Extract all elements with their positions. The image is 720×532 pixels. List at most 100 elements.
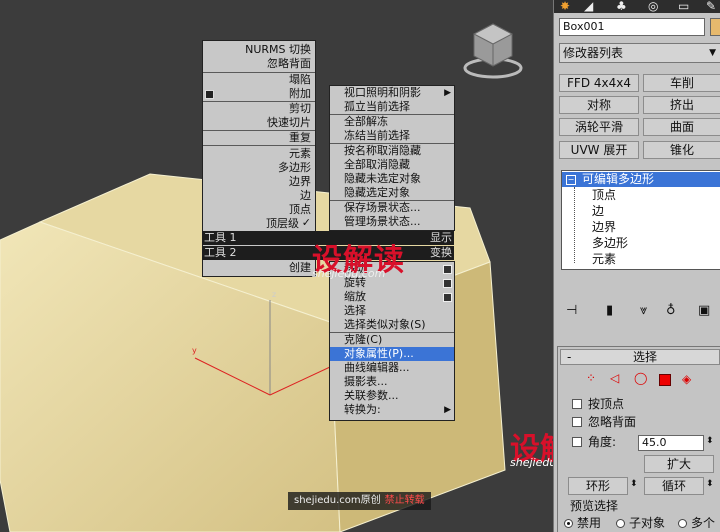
- modifier-taper-button[interactable]: 锥化: [643, 141, 720, 159]
- viewcube-icon[interactable]: [460, 16, 526, 82]
- edge-mode-icon[interactable]: ◁: [610, 371, 619, 385]
- spinner-arrows-icon[interactable]: ⬍: [706, 436, 714, 446]
- scale-options-icon[interactable]: [443, 293, 452, 302]
- menu-item-ignore-backfacing[interactable]: 忽略背面: [267, 57, 311, 71]
- object-color-swatch[interactable]: [710, 18, 720, 36]
- menu-item-collapse[interactable]: 塌陷: [289, 73, 311, 87]
- menu-item-top-level[interactable]: 顶层级: [266, 217, 299, 231]
- menu-item-manage-scene-states[interactable]: 管理场景状态...: [330, 215, 454, 229]
- stack-item-edge[interactable]: 边: [592, 204, 604, 219]
- menu-item-label: 视口照明和阴影: [344, 86, 421, 99]
- tools2-label: 工具 2: [204, 246, 237, 259]
- show-end-result-icon[interactable]: ▮: [606, 303, 613, 318]
- ring-spinner-icon[interactable]: ⬍: [630, 479, 638, 489]
- menu-item-scale[interactable]: 缩放: [330, 290, 454, 304]
- menu-item-edge[interactable]: 边: [300, 189, 311, 203]
- menu-item-hide-unselected[interactable]: 隐藏未选定对象: [330, 172, 454, 186]
- menu-item-clone[interactable]: 克隆(C): [330, 333, 454, 347]
- modifier-symmetry-button[interactable]: 对称: [559, 96, 639, 114]
- remove-modifier-icon[interactable]: ♁: [666, 303, 676, 318]
- angle-spinner[interactable]: 45.0: [638, 435, 704, 451]
- rollout-collapse-icon: -: [567, 350, 572, 364]
- preview-multi-radio[interactable]: [678, 519, 687, 528]
- pin-stack-icon[interactable]: ⊣: [566, 303, 577, 318]
- by-angle-checkbox[interactable]: [572, 437, 582, 447]
- menu-item-select-similar[interactable]: 选择类似对象(S): [330, 318, 454, 332]
- menu-item-unhide-by-name[interactable]: 按名称取消隐藏: [330, 144, 454, 158]
- transform-label: 变换: [430, 246, 452, 259]
- move-options-icon[interactable]: [443, 265, 452, 274]
- stack-item-element[interactable]: 元素: [592, 252, 616, 267]
- preview-selection-label: 预览选择: [570, 499, 619, 513]
- polygon-mode-icon[interactable]: [659, 374, 671, 386]
- menu-item-cut[interactable]: 剪切: [289, 102, 311, 116]
- make-unique-icon[interactable]: ⩔: [640, 303, 647, 318]
- modify-tab-icon[interactable]: ◢: [584, 0, 593, 13]
- preview-disabled-label: 禁用: [577, 516, 602, 530]
- menu-item-vertex[interactable]: 顶点: [289, 203, 311, 217]
- hierarchy-tab-icon[interactable]: ♣: [616, 0, 627, 13]
- menu-item-viewport-lighting[interactable]: 视口照明和阴影 ▶: [330, 86, 454, 100]
- menu-item-repeat[interactable]: 重复: [289, 131, 311, 145]
- selection-rollout: - 选择 ⁘ ◁ ◯ ◈ 按顶点 忽略背面 角度: 45.0 ⬍ 扩大 环形 ⬍…: [557, 346, 720, 532]
- menu-item-curve-editor[interactable]: 曲线编辑器...: [330, 361, 454, 375]
- create-tab-icon[interactable]: ✸: [560, 0, 570, 13]
- modifier-uvw-unwrap-button[interactable]: UVW 展开: [559, 141, 639, 159]
- loop-spinner-icon[interactable]: ⬍: [706, 479, 714, 489]
- menu-item-attach[interactable]: 附加: [289, 87, 311, 101]
- menu-item-isolate-selection[interactable]: 孤立当前选择: [330, 100, 454, 114]
- grow-button[interactable]: 扩大: [644, 455, 714, 473]
- preview-subobject-radio[interactable]: [616, 519, 625, 528]
- menu-item-unfreeze-all[interactable]: 全部解冻: [330, 115, 454, 129]
- element-mode-icon[interactable]: ◈: [682, 372, 691, 386]
- modifier-ffd-button[interactable]: FFD 4x4x4: [559, 74, 639, 92]
- configure-sets-icon[interactable]: ▣: [698, 303, 710, 318]
- stack-item-polygon[interactable]: 多边形: [592, 236, 628, 251]
- modifier-lathe-button[interactable]: 车削: [643, 74, 720, 92]
- modifier-list-dropdown[interactable]: 修改器列表 ▼: [559, 43, 720, 63]
- collapse-icon[interactable]: −: [566, 175, 576, 185]
- display-tab-icon[interactable]: ▭: [678, 0, 689, 13]
- ignore-backfacing-label: 忽略背面: [588, 415, 637, 429]
- border-mode-icon[interactable]: ◯: [634, 371, 647, 385]
- menu-item-freeze-selection[interactable]: 冻结当前选择: [330, 129, 454, 143]
- attach-options-icon[interactable]: [205, 90, 214, 99]
- by-vertex-checkbox[interactable]: [572, 399, 582, 409]
- motion-tab-icon[interactable]: ◎: [648, 0, 658, 13]
- rotate-options-icon[interactable]: [443, 279, 452, 288]
- menu-item-save-scene-state[interactable]: 保存场景状态...: [330, 201, 454, 215]
- modifier-turbosmooth-button[interactable]: 涡轮平滑: [559, 118, 639, 136]
- menu-separator: [203, 145, 315, 146]
- menu-item-wire-parameters[interactable]: 关联参数...: [330, 389, 454, 403]
- modifier-surface-button[interactable]: 曲面: [643, 118, 720, 136]
- menu-item-unhide-all[interactable]: 全部取消隐藏: [330, 158, 454, 172]
- menu-item-convert-to[interactable]: 转换为: ▶: [330, 403, 454, 417]
- stack-item-editable-poly[interactable]: − 可编辑多边形: [562, 172, 720, 187]
- menu-item-object-properties[interactable]: 对象属性(P)...: [330, 347, 454, 361]
- vertex-mode-icon[interactable]: ⁘: [586, 371, 596, 385]
- watermark-logo: 设解读 shejiedu.com: [312, 235, 405, 280]
- menu-item-select[interactable]: 选择: [330, 304, 454, 318]
- menu-item-quickslice[interactable]: 快速切片: [267, 116, 311, 130]
- ring-button[interactable]: 环形: [568, 477, 628, 495]
- stack-item-vertex[interactable]: 顶点: [592, 188, 616, 203]
- submenu-arrow-icon: ▶: [444, 88, 451, 98]
- selection-title: 选择: [633, 350, 658, 364]
- preview-disabled-radio[interactable]: [564, 519, 573, 528]
- utilities-tab-icon[interactable]: ✎: [706, 0, 716, 13]
- menu-item-label: 缩放: [344, 290, 366, 303]
- menu-item-dope-sheet[interactable]: 摄影表...: [330, 375, 454, 389]
- stack-item-border[interactable]: 边界: [592, 220, 616, 235]
- menu-item-create[interactable]: 创建: [289, 261, 311, 275]
- ignore-backfacing-checkbox[interactable]: [572, 417, 582, 427]
- quad-menu-transform: 移动 旋转 缩放 选择 选择类似对象(S) 克隆(C) 对象属性(P)... 曲…: [329, 261, 455, 421]
- menu-item-nurms-toggle[interactable]: NURMS 切换: [245, 43, 311, 57]
- modifier-extrude-button[interactable]: 挤出: [643, 96, 720, 114]
- menu-item-hide-selection[interactable]: 隐藏选定对象: [330, 186, 454, 200]
- menu-item-element[interactable]: 元素: [289, 147, 311, 161]
- selection-rollout-header[interactable]: - 选择: [560, 349, 720, 365]
- loop-button[interactable]: 循环: [644, 477, 704, 495]
- object-name-field[interactable]: Box001: [559, 18, 705, 36]
- menu-item-border[interactable]: 边界: [289, 175, 311, 189]
- menu-item-polygon[interactable]: 多边形: [278, 161, 311, 175]
